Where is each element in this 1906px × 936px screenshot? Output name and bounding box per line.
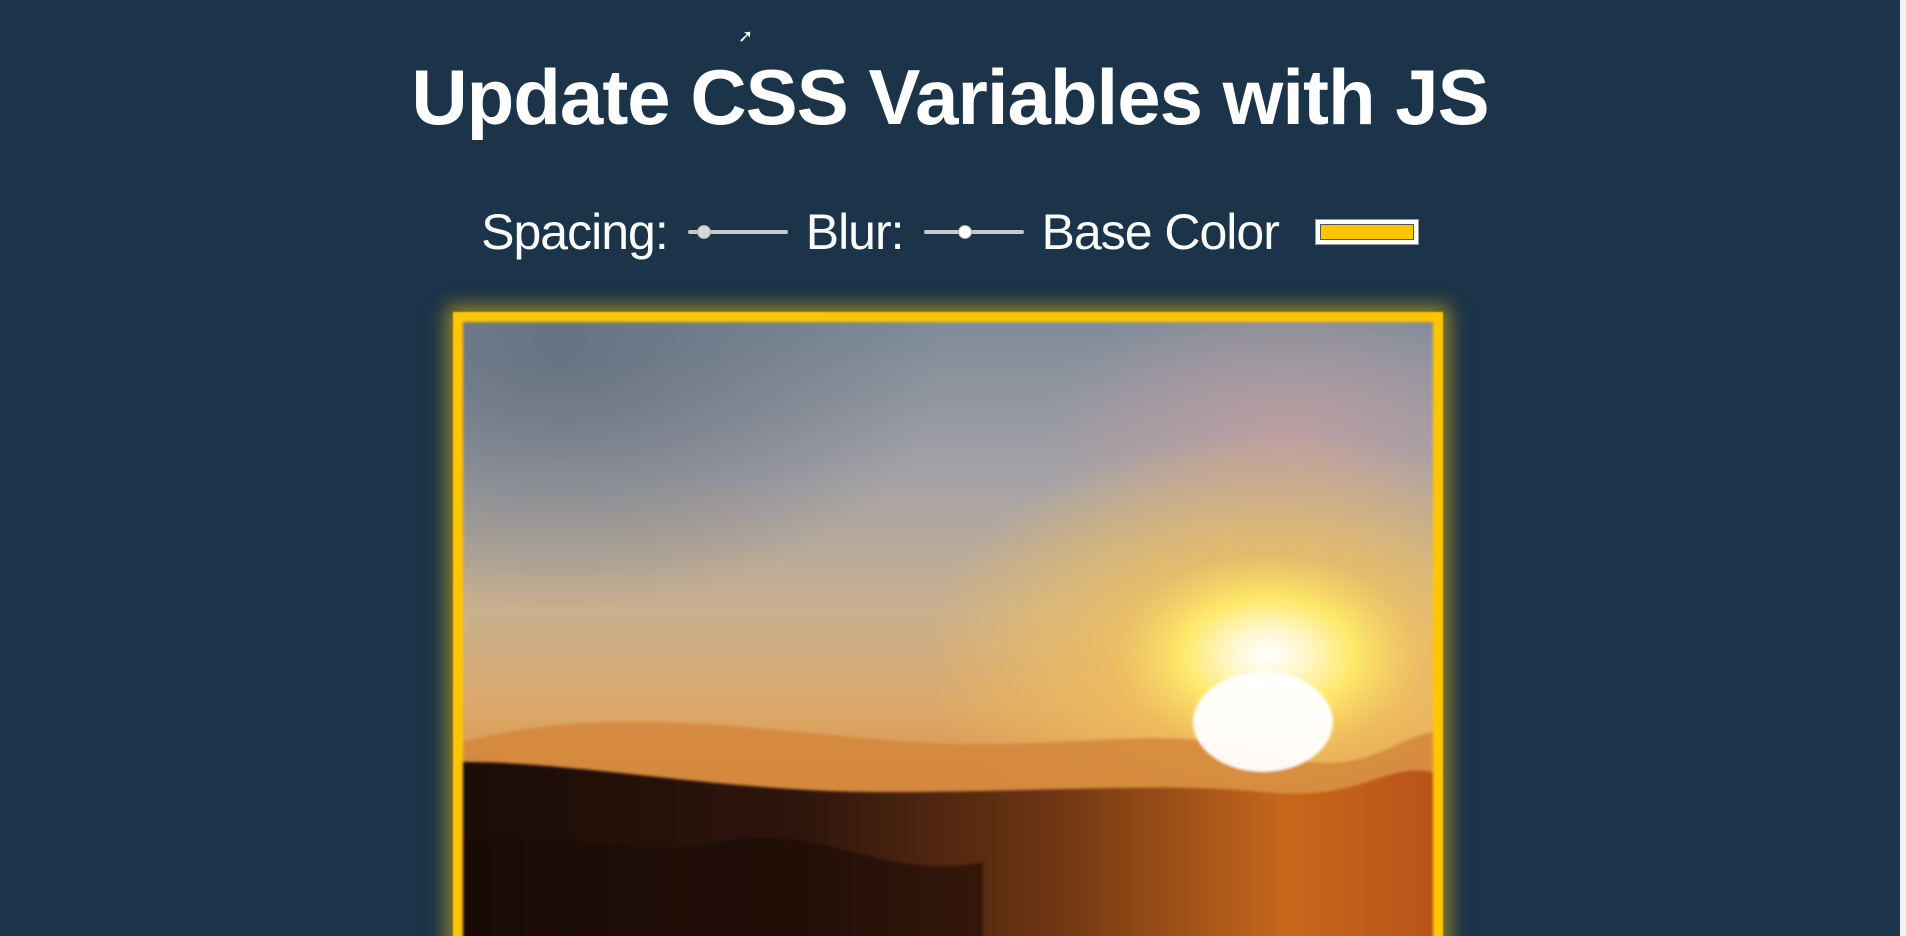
base-color-label: Base Color [1041,204,1280,260]
spacing-label: Spacing: [481,204,669,260]
image-frame [453,312,1443,936]
page: Update CSS Variables with JS Spacing: Bl… [0,0,1906,936]
sunset-image [463,322,1433,936]
page-title: Update CSS Variables with JS [411,53,1489,141]
blur-slider[interactable] [923,222,1024,242]
window-edge [1900,0,1906,936]
spacing-slider-thumb[interactable] [696,225,711,239]
base-color-picker[interactable] [1314,219,1419,245]
mouse-cursor-icon: ➚ [738,26,754,47]
controls-bar: Spacing: Blur: Base Color [0,202,1900,262]
blur-label: Blur: [805,204,905,260]
blur-slider-track [923,230,1024,234]
spacing-slider[interactable] [687,222,788,242]
base-color-swatch [1319,224,1414,240]
blur-slider-thumb[interactable] [957,225,972,239]
